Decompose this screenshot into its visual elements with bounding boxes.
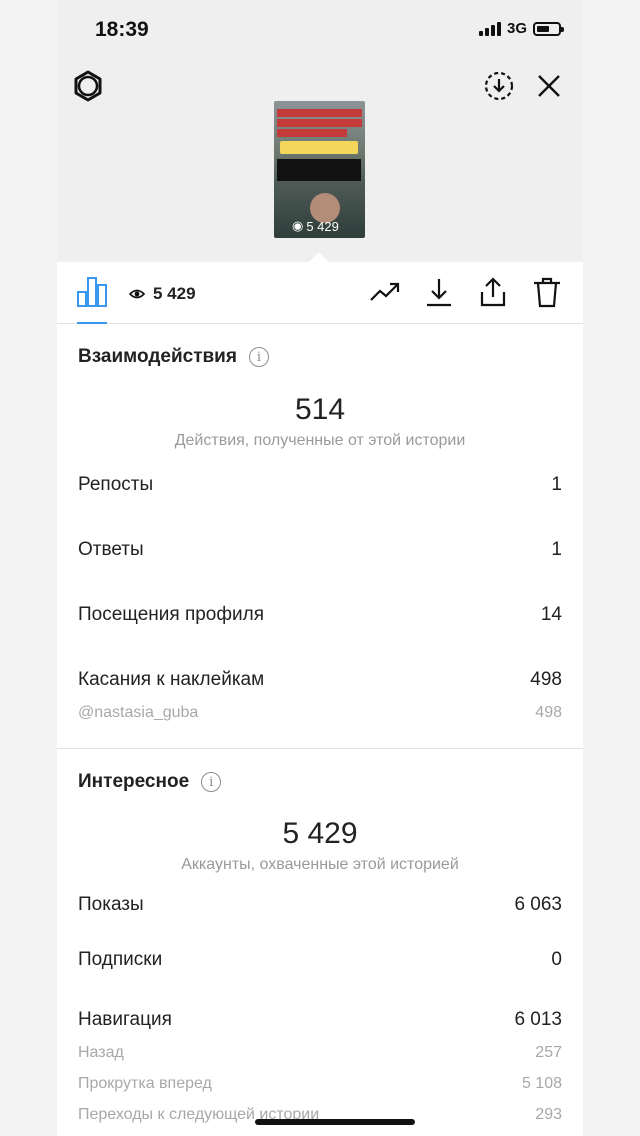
metric-label: @nastasia_guba (78, 704, 199, 721)
toolbar-actions (369, 276, 563, 308)
close-icon[interactable] (533, 70, 565, 102)
battery-icon (533, 21, 564, 36)
story-caption-line (277, 129, 347, 137)
discovery-total: 5 429 (282, 817, 358, 850)
story-toolbar: 5 429 (57, 262, 583, 324)
promote-icon[interactable] (369, 276, 401, 308)
story-caption-line (277, 119, 362, 127)
discovery-subtitle: Аккаунты, охваченные этой историей (181, 856, 459, 873)
story-thumbnail[interactable]: ◉ 5 429 (274, 101, 365, 238)
thumbnail-views-count: 5 429 (306, 218, 339, 234)
save-story-icon[interactable] (483, 70, 515, 102)
active-tab-indicator (77, 322, 107, 324)
metric-value: 0 (551, 949, 562, 970)
thumbnail-views: ◉ 5 429 (292, 218, 339, 234)
metric-value: 1 (551, 474, 562, 495)
metric-subrow-back: Назад 257 (78, 1044, 562, 1062)
metric-subrow-forward: Прокрутка вперед 5 108 (78, 1075, 562, 1093)
metric-value: 498 (530, 669, 562, 690)
metric-label: Показы (78, 894, 144, 915)
metric-label: Посещения профиля (78, 604, 264, 625)
interactions-total: 514 (294, 393, 346, 426)
metric-label: Назад (78, 1044, 124, 1061)
metric-row-navigation: Навигация 6 013 (78, 1009, 562, 1031)
insights-tab-icon[interactable] (75, 274, 109, 308)
metric-value: 293 (535, 1106, 562, 1123)
metric-row-impressions: Показы 6 063 (78, 894, 562, 916)
discovery-title-text: Интересное (78, 771, 190, 792)
metric-row-profile-visits: Посещения профиля 14 (78, 604, 562, 626)
viewers-button[interactable]: 5 429 (129, 284, 196, 304)
metric-value: 6 013 (514, 1009, 562, 1030)
settings-icon[interactable] (72, 70, 104, 102)
metric-label: Подписки (78, 949, 163, 970)
metric-subrow-sticker[interactable]: @nastasia_guba 498 (78, 704, 562, 722)
home-indicator[interactable] (255, 1119, 415, 1125)
interactions-subtitle: Действия, полученные от этой истории (174, 432, 466, 449)
thumbnail-pointer (309, 252, 329, 262)
metric-value: 14 (540, 604, 562, 625)
eye-icon: ◉ (292, 218, 304, 233)
download-icon[interactable] (423, 276, 455, 308)
metric-row-reposts: Репосты 1 (78, 474, 562, 496)
interactions-title: Взаимодействия i (78, 346, 269, 368)
network-label: 3G (506, 20, 527, 37)
share-icon[interactable] (477, 276, 509, 308)
info-icon[interactable]: i (248, 347, 269, 367)
metric-value: 6 063 (514, 894, 562, 915)
metric-value: 498 (535, 704, 562, 721)
story-preview-area: 18:39 3G ◉ 5 429 (57, 0, 583, 262)
top-actions (483, 70, 565, 102)
metric-value: 257 (535, 1044, 562, 1061)
metric-value: 5 108 (521, 1075, 562, 1092)
status-indicators: 3G (478, 20, 564, 37)
delete-icon[interactable] (531, 276, 563, 308)
views-count: 5 429 (153, 284, 196, 303)
story-overlay-text (277, 159, 361, 181)
metric-label: Навигация (78, 1009, 172, 1030)
story-mention-sticker (280, 141, 358, 154)
metric-value: 1 (551, 539, 562, 560)
metric-row-follows: Подписки 0 (78, 949, 562, 971)
info-icon[interactable]: i (201, 772, 222, 792)
phone-screen: 18:39 3G ◉ 5 429 5 429 Взаимодействия i … (57, 0, 583, 1136)
metric-row-sticker-taps: Касания к наклейкам 498 (78, 669, 562, 691)
metric-label: Прокрутка вперед (78, 1075, 212, 1092)
signal-icon (478, 21, 501, 36)
section-divider (57, 748, 583, 749)
metric-label: Ответы (78, 539, 144, 560)
story-caption-line (277, 109, 362, 117)
eye-icon (129, 289, 145, 299)
metric-row-replies: Ответы 1 (78, 539, 562, 561)
discovery-title: Интересное i (78, 771, 222, 793)
metric-label: Касания к наклейкам (78, 669, 265, 690)
metric-label: Репосты (78, 474, 154, 495)
status-time: 18:39 (95, 18, 149, 41)
interactions-title-text: Взаимодействия (78, 346, 237, 367)
